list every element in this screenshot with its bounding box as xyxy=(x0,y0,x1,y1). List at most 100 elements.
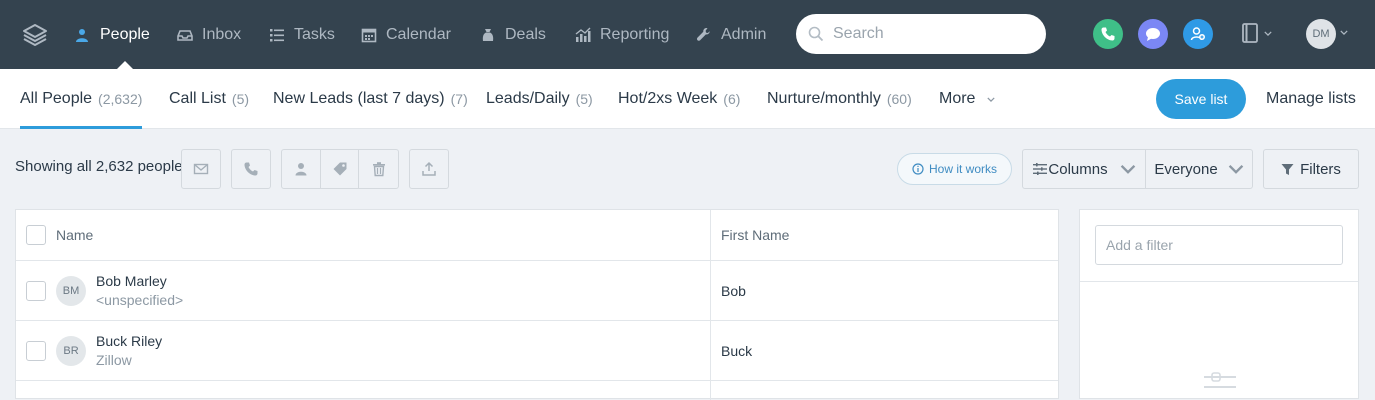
upload-icon xyxy=(422,161,436,176)
chat-button[interactable] xyxy=(1138,19,1168,49)
slider-filter-icon xyxy=(1204,372,1236,388)
chevron-down-icon xyxy=(987,96,996,102)
add-contact-icon xyxy=(1190,27,1205,41)
tab-all-people[interactable]: All People (2,632) xyxy=(20,69,143,129)
assign-agent-button[interactable] xyxy=(282,150,321,188)
phone-icon xyxy=(1101,27,1115,41)
book-icon xyxy=(1242,23,1258,43)
owner-filter-dropdown[interactable]: Everyone xyxy=(1146,150,1252,188)
row-checkbox[interactable] xyxy=(26,281,46,301)
info-icon xyxy=(912,163,924,175)
tab-label: Call List xyxy=(169,90,226,107)
email-button[interactable] xyxy=(181,149,221,189)
people-table: Name First Name BM Bob Marley <unspecifi… xyxy=(15,209,1059,400)
tab-count: (7) xyxy=(450,91,468,107)
person-icon xyxy=(295,163,307,176)
search-input[interactable] xyxy=(833,25,1033,43)
user-avatar[interactable]: DM xyxy=(1306,19,1336,49)
table-row[interactable]: BR Buck Riley Zillow Buck xyxy=(16,321,1058,381)
active-nav-caret xyxy=(117,61,133,69)
tag-button[interactable] xyxy=(321,150,360,188)
columns-label: Columns xyxy=(1048,160,1108,178)
tab-hot-2xs-week[interactable]: Hot/2xs Week (6) xyxy=(618,69,740,129)
tab-count: (6) xyxy=(723,91,741,107)
tag-icon xyxy=(333,162,346,176)
tab-call-list[interactable]: Call List (5) xyxy=(169,69,249,129)
add-contact-button[interactable] xyxy=(1183,19,1213,49)
manage-lists-link[interactable]: Manage lists xyxy=(1266,69,1356,129)
funnel-icon xyxy=(1281,163,1294,175)
row-checkbox[interactable] xyxy=(26,341,46,361)
nav-calendar[interactable]: Calendar xyxy=(361,0,451,69)
how-it-works-label: How it works xyxy=(928,162,997,176)
how-it-works-button[interactable]: How it works xyxy=(897,153,1012,185)
tab-leads-daily[interactable]: Leads/Daily (5) xyxy=(486,69,593,129)
view-options-group: Columns Everyone xyxy=(1022,149,1253,189)
person-name[interactable]: Buck Riley xyxy=(96,333,162,349)
select-all-checkbox[interactable] xyxy=(26,225,46,245)
filters-label: Filters xyxy=(1300,160,1341,178)
resources-menu[interactable] xyxy=(1242,23,1272,43)
top-nav-bar: People Inbox Tasks Calendar Deals Report… xyxy=(0,0,1375,69)
calendar-icon xyxy=(361,28,377,42)
columns-icon xyxy=(1033,163,1048,175)
filters-button[interactable]: Filters xyxy=(1263,149,1359,189)
trash-icon xyxy=(372,162,385,177)
chevron-down-icon xyxy=(1228,164,1243,174)
chevron-down-icon xyxy=(1264,30,1272,36)
chevron-down-icon[interactable] xyxy=(1340,30,1348,35)
nav-deals-label: Deals xyxy=(505,25,546,43)
inbox-icon xyxy=(177,29,193,41)
nav-inbox-label: Inbox xyxy=(202,25,242,43)
export-button[interactable] xyxy=(409,149,449,189)
call-button[interactable] xyxy=(231,149,271,189)
tab-count: (60) xyxy=(886,91,912,107)
person-source: Zillow xyxy=(96,352,132,368)
tab-count: (5) xyxy=(575,91,593,107)
list-icon xyxy=(270,28,284,41)
tab-label: Leads/Daily xyxy=(486,90,570,107)
chart-icon xyxy=(575,27,591,42)
header-name[interactable]: Name xyxy=(56,227,93,243)
nav-admin[interactable]: Admin xyxy=(696,0,766,69)
save-list-button[interactable]: Save list xyxy=(1156,79,1246,119)
columns-dropdown[interactable]: Columns xyxy=(1023,150,1146,188)
person-name[interactable]: Bob Marley xyxy=(96,273,167,289)
bulk-actions-group xyxy=(281,149,399,189)
app-logo-icon[interactable] xyxy=(22,22,48,48)
nav-people-label: People xyxy=(100,25,150,43)
add-filter-input[interactable] xyxy=(1095,225,1343,265)
nav-reporting[interactable]: Reporting xyxy=(575,0,669,69)
tab-count: (2,632) xyxy=(98,91,143,107)
delete-button[interactable] xyxy=(359,150,398,188)
search-icon xyxy=(808,26,824,42)
header-first-name[interactable]: First Name xyxy=(721,227,789,243)
tab-new-leads[interactable]: New Leads (last 7 days) (7) xyxy=(273,69,468,129)
nav-tasks[interactable]: Tasks xyxy=(269,0,335,69)
person-icon xyxy=(76,28,88,42)
tab-count: (5) xyxy=(231,91,250,107)
filter-panel-divider xyxy=(1080,281,1358,282)
owner-filter-label: Everyone xyxy=(1154,160,1218,178)
chat-bubble-icon xyxy=(1146,28,1160,41)
nav-reporting-label: Reporting xyxy=(600,25,670,43)
person-first-name: Bob xyxy=(721,283,746,299)
tab-label: Nurture/monthly xyxy=(767,90,881,107)
nav-people[interactable]: People xyxy=(75,0,150,69)
tab-label: New Leads (last 7 days) xyxy=(273,90,445,107)
table-row[interactable]: BM Bob Marley <unspecified> Bob xyxy=(16,261,1058,321)
money-bag-icon xyxy=(482,28,494,41)
tab-more-dropdown[interactable]: More xyxy=(939,69,996,129)
nav-deals[interactable]: Deals xyxy=(480,0,546,69)
global-search[interactable] xyxy=(796,14,1046,54)
phone-icon xyxy=(244,162,258,176)
list-tabs-bar: All People (2,632) Call List (5) New Leads… xyxy=(0,69,1375,129)
tab-nurture-monthly[interactable]: Nurture/monthly (60) xyxy=(767,69,912,129)
table-header-row: Name First Name xyxy=(16,210,1058,261)
phone-button[interactable] xyxy=(1093,19,1123,49)
chevron-down-icon xyxy=(1120,164,1135,174)
person-first-name: Buck xyxy=(721,343,753,359)
tab-label: All People xyxy=(20,90,93,107)
nav-inbox[interactable]: Inbox xyxy=(177,0,241,69)
avatar: BM xyxy=(56,276,86,306)
